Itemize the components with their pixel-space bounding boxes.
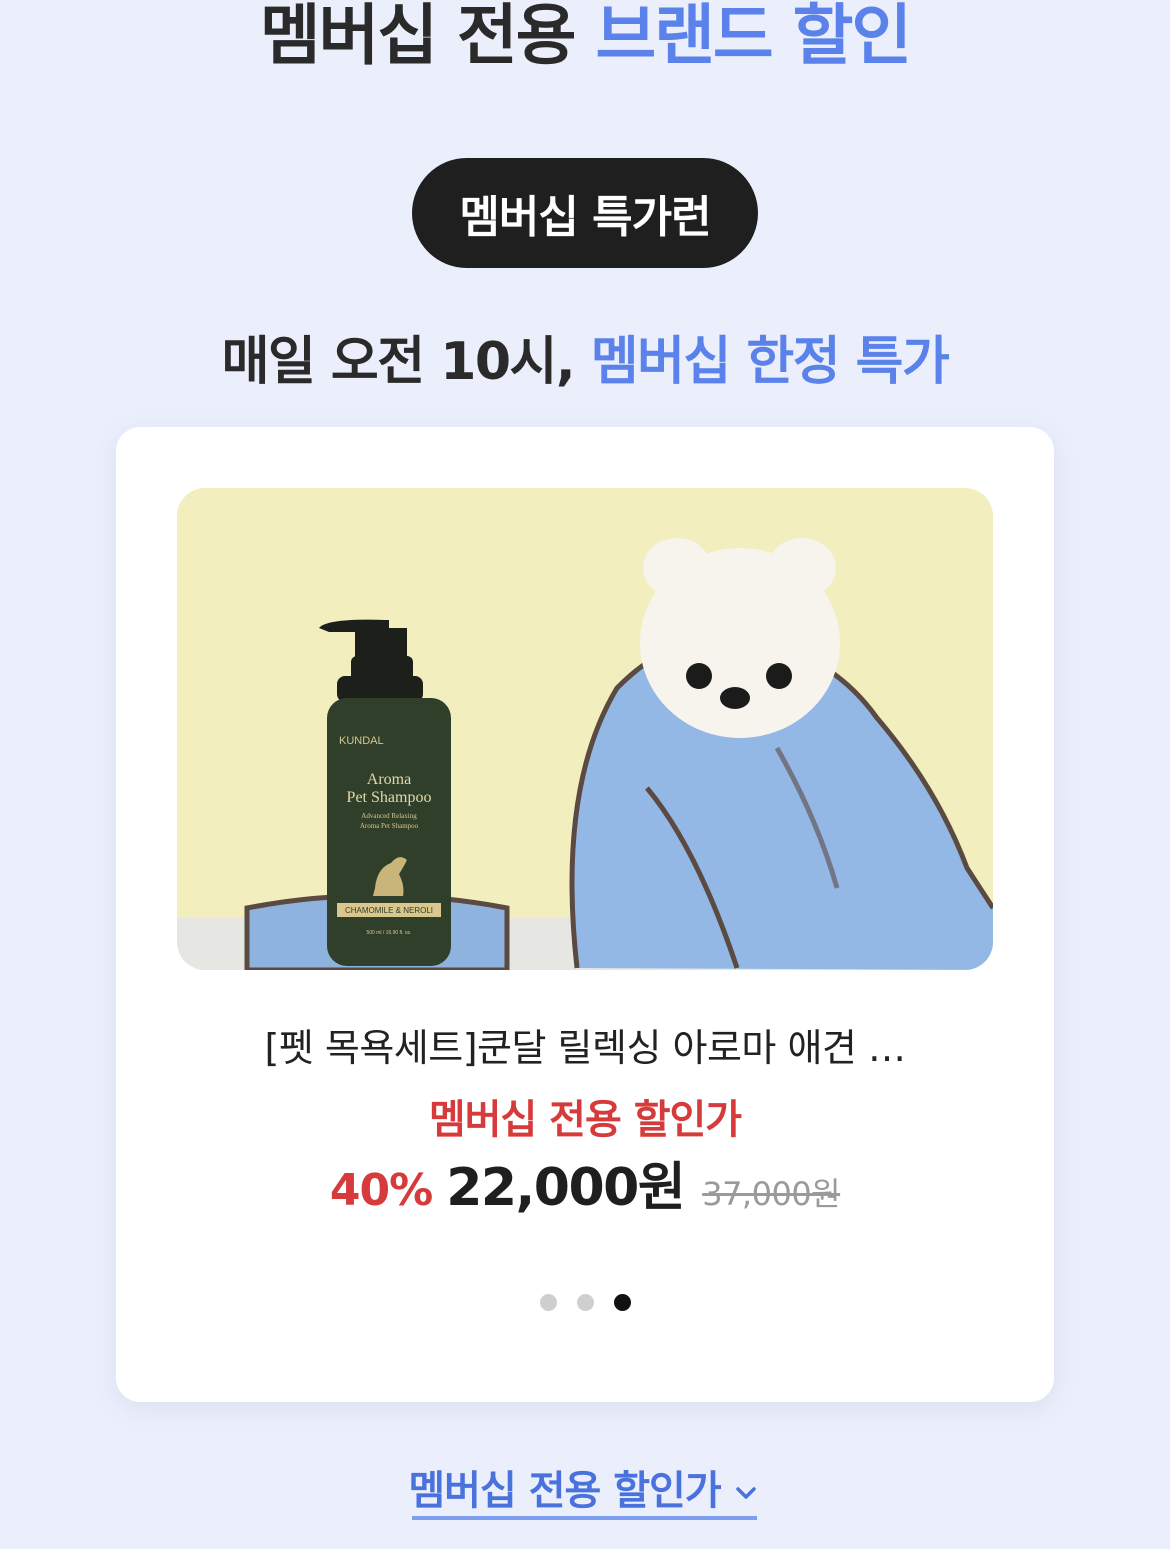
product-image[interactable]: KUNDAL Aroma Pet Shampoo Advanced Relaxi… bbox=[177, 488, 993, 970]
member-price-dropdown-link[interactable]: 멤버십 전용 할인가 bbox=[408, 1458, 757, 1520]
bottle-name-line2: Pet Shampoo bbox=[347, 789, 432, 806]
sale-price: 22,000원 bbox=[446, 1158, 686, 1218]
member-price-label: 멤버십 전용 할인가 bbox=[428, 1097, 742, 1143]
bottle-desc-line1: Advanced Relaxing bbox=[361, 812, 417, 820]
bottle-brand-text: KUNDAL bbox=[339, 735, 384, 747]
subheading-highlight: 멤버십 한정 특가 bbox=[590, 332, 950, 392]
discount-rate: 40% bbox=[329, 1165, 433, 1216]
bottle-volume-text: 500 ml / 16.90 fl. oz. bbox=[366, 930, 411, 936]
product-title[interactable]: [펫 목욕세트]쿤달 릴렉싱 아로마 애견 … bbox=[176, 1017, 994, 1072]
heading-prefix: 멤버십 전용 bbox=[259, 0, 577, 74]
section-heading: 멤버십 전용 브랜드 할인 bbox=[0, 0, 1170, 80]
subheading-prefix: 매일 오전 10시, bbox=[221, 332, 576, 392]
product-card[interactable]: KUNDAL Aroma Pet Shampoo Advanced Relaxi… bbox=[116, 427, 1054, 1402]
chevron-down-icon bbox=[731, 1472, 761, 1502]
carousel-dot-active[interactable] bbox=[613, 1294, 631, 1311]
price-row: 40% 22,000원 37,000원 bbox=[116, 1145, 1054, 1220]
carousel-dot[interactable] bbox=[576, 1294, 594, 1311]
bottle-name-line1: Aroma bbox=[367, 771, 411, 788]
bottle-scent-text: CHAMOMILE & NEROLI bbox=[345, 906, 433, 915]
carousel-dot[interactable] bbox=[539, 1294, 557, 1311]
membership-flash-sale-button[interactable]: 멤버십 특가런 bbox=[412, 158, 758, 268]
footer-link-label: 멤버십 전용 할인가 bbox=[408, 1468, 721, 1514]
heading-highlight: 브랜드 할인 bbox=[595, 0, 912, 74]
original-price: 37,000원 bbox=[702, 1175, 841, 1213]
carousel-indicator bbox=[116, 1294, 1054, 1311]
bottle-desc-line2: Aroma Pet Shampoo bbox=[360, 822, 419, 830]
section-subheading: 매일 오전 10시, 멤버십 한정 특가 bbox=[0, 326, 1170, 398]
